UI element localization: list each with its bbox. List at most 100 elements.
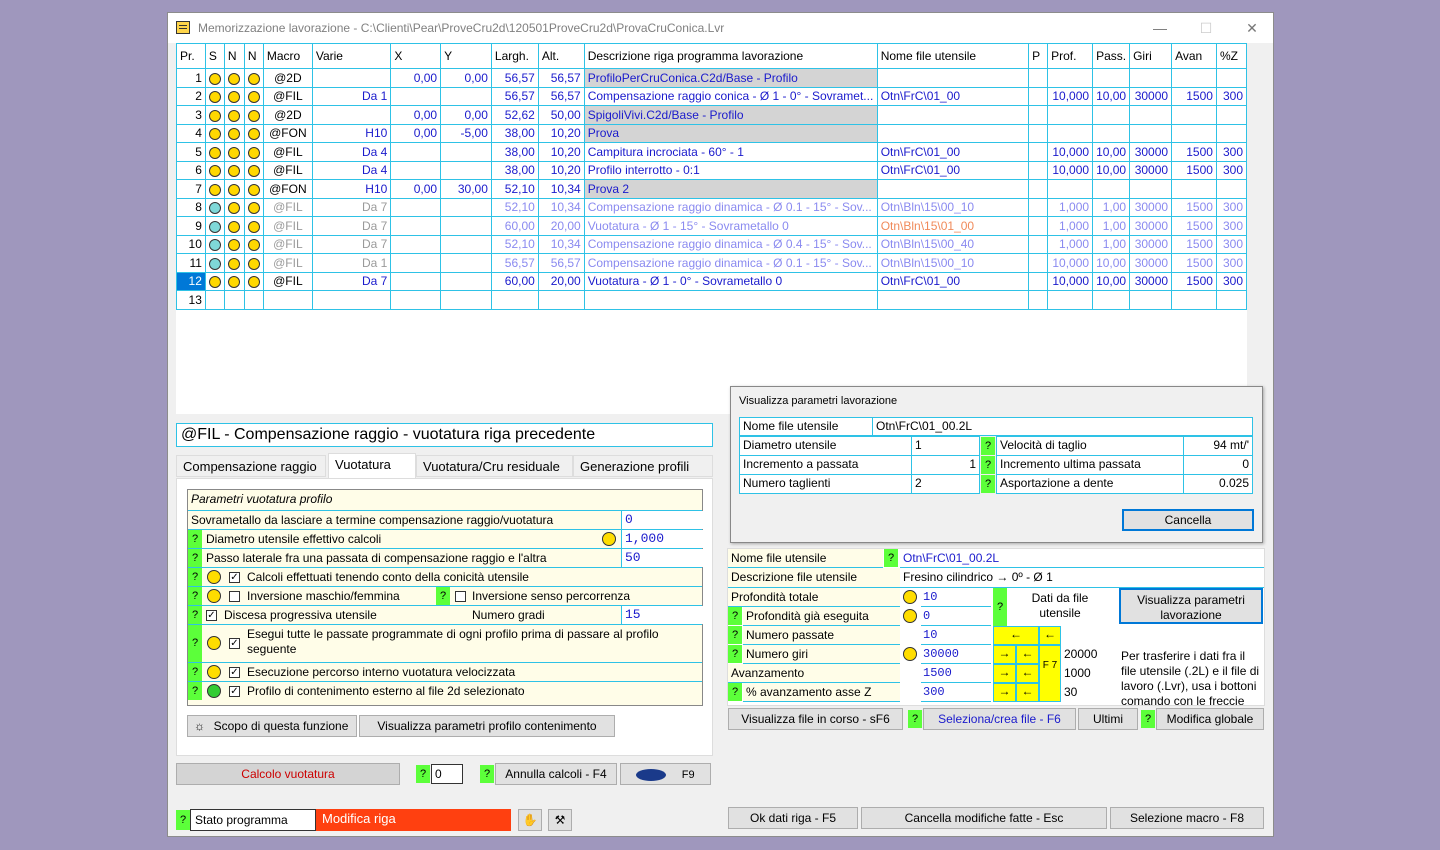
status-icon-cell[interactable] (204, 234, 225, 254)
column-header[interactable]: Alt. (537, 43, 585, 69)
gear-icon[interactable] (228, 239, 241, 252)
gear-icon[interactable] (228, 220, 241, 233)
y-cell[interactable] (440, 290, 492, 310)
row-number[interactable]: 6 (176, 160, 206, 180)
status-icon-cell[interactable] (204, 105, 225, 125)
largh-cell[interactable]: 56,57 (490, 86, 539, 106)
maximize-icon[interactable]: ☐ (1192, 17, 1220, 39)
gear-icon[interactable] (208, 202, 221, 215)
tool-file-cell[interactable] (876, 290, 1030, 310)
status-icon-cell[interactable] (223, 179, 245, 199)
npassate-value[interactable]: 10 (921, 626, 991, 645)
smiley-icon[interactable] (207, 570, 221, 584)
gear-icon[interactable] (247, 239, 260, 252)
minimize-icon[interactable]: — (1146, 17, 1174, 39)
tab-vuotatura[interactable]: Vuotatura (328, 453, 416, 479)
help-icon[interactable]: ? (728, 683, 742, 701)
gear-icon[interactable] (247, 91, 260, 104)
tool-file-cell[interactable]: Otn\FrC\01_00 (876, 271, 1030, 291)
macro-cell[interactable]: @FON (262, 179, 313, 199)
tool-file-cell[interactable] (876, 123, 1030, 143)
macro-cell[interactable]: @FIL (262, 234, 313, 254)
avan-cell[interactable] (1171, 123, 1217, 143)
alt-cell[interactable]: 10,34 (537, 179, 585, 199)
macro-cell[interactable] (262, 290, 313, 310)
gear-icon[interactable] (247, 220, 260, 233)
numero-gradi-input[interactable]: 15 (621, 606, 705, 624)
selezione-macro-button[interactable]: Selezione macro - F8 (1110, 807, 1264, 829)
avan-cell[interactable]: 1500 (1171, 86, 1217, 106)
hand-icon-button[interactable]: ✋ (518, 809, 542, 831)
help-icon[interactable]: ? (188, 530, 202, 548)
inversione-senso-checkbox[interactable] (455, 591, 466, 602)
gear-icon[interactable] (228, 202, 241, 215)
macro-cell[interactable]: @FIL (262, 271, 313, 291)
description-cell[interactable]: Compensazione raggio conica - Ø 1 - 0° -… (583, 86, 878, 106)
p-cell[interactable] (1028, 216, 1049, 236)
smiley-icon[interactable] (207, 665, 221, 679)
prof-cell[interactable]: 10,000 (1047, 86, 1094, 106)
column-header[interactable]: X (390, 43, 442, 69)
tab-compensazione-raggio[interactable]: Compensazione raggio (176, 455, 326, 477)
y-cell[interactable]: 0,00 (440, 68, 492, 88)
row-number[interactable]: 2 (176, 86, 206, 106)
avan-cell[interactable] (1171, 105, 1217, 125)
largh-cell[interactable]: 52,10 (490, 234, 539, 254)
column-header[interactable]: Largh. (490, 43, 539, 69)
help-icon[interactable]: ? (908, 710, 922, 728)
column-header[interactable]: N (243, 43, 264, 69)
gear-icon[interactable] (228, 91, 241, 104)
x-cell[interactable] (390, 216, 442, 236)
giri-cell[interactable] (1129, 179, 1173, 199)
row-number[interactable]: 12 (176, 271, 206, 291)
alt-cell[interactable]: 10,34 (537, 197, 585, 217)
gear-icon[interactable] (208, 257, 221, 270)
description-cell[interactable]: Profilo interrotto - 0:1 (583, 160, 878, 180)
description-cell[interactable]: Vuotatura - Ø 1 - 0° - Sovrametallo 0 (583, 271, 878, 291)
contenimento-checkbox[interactable]: ✓ (229, 686, 240, 697)
p-cell[interactable] (1028, 68, 1049, 88)
avan-cell[interactable] (1171, 68, 1217, 88)
arrow-right-pz[interactable]: → (993, 683, 1016, 702)
arrow-right-avanz[interactable]: → (993, 664, 1016, 683)
z-cell[interactable]: 300 (1215, 86, 1247, 106)
close-icon[interactable]: ✕ (1238, 17, 1266, 39)
z-cell[interactable]: 300 (1215, 253, 1247, 273)
varie-cell[interactable]: Da 7 (311, 197, 392, 217)
giri-cell[interactable] (1129, 68, 1173, 88)
cancella-modifiche-button[interactable]: Cancella modifiche fatte - Esc (861, 807, 1107, 829)
tab-vuotatura-cru-residuale[interactable]: Vuotatura/Cru residuale (416, 455, 573, 477)
gear-icon[interactable] (247, 183, 260, 196)
macro-cell[interactable]: @FIL (262, 197, 313, 217)
status-icon-cell[interactable] (223, 160, 245, 180)
status-icon-cell[interactable] (204, 142, 225, 162)
f7-button[interactable]: F 7 (1039, 645, 1061, 702)
gear-icon[interactable] (208, 146, 221, 159)
table-row[interactable]: 6 @FIL Da 4 38,00 10,20 Profilo interrotto - … (176, 160, 1247, 180)
prof-cell[interactable] (1047, 123, 1094, 143)
scopo-button[interactable]: ☼ Scopo di questa funzione (187, 715, 357, 737)
help-icon[interactable]: ? (176, 810, 190, 830)
seleziona-file-button[interactable]: Seleziona/crea file - F6 (923, 708, 1076, 730)
gear-icon[interactable] (208, 183, 221, 196)
status-icon-cell[interactable] (243, 234, 264, 254)
largh-cell[interactable]: 38,00 (490, 160, 539, 180)
column-header[interactable]: Nome file utensile (876, 43, 1030, 69)
varie-cell[interactable]: H10 (311, 123, 392, 143)
ngiri-value[interactable]: 30000 (921, 645, 991, 664)
tool-file-cell[interactable]: Otn\Bln\15\00_10 (876, 197, 1030, 217)
gear-icon[interactable] (208, 109, 221, 122)
varie-cell[interactable]: Da 7 (311, 271, 392, 291)
gear-icon[interactable] (208, 91, 221, 104)
status-icon-cell[interactable] (243, 68, 264, 88)
giri-cell[interactable]: 30000 (1129, 234, 1173, 254)
help-icon[interactable]: ? (188, 682, 202, 700)
table-row[interactable]: 1 @2D 0,00 0,00 56,57 56,57 ProfiloPerCruConic… (176, 68, 1247, 88)
z-cell[interactable]: 300 (1215, 271, 1247, 291)
prof-cell[interactable]: 10,000 (1047, 142, 1094, 162)
tool-file-cell[interactable]: Otn\Bln\15\00_10 (876, 253, 1030, 273)
x-cell[interactable] (390, 253, 442, 273)
p-cell[interactable] (1028, 179, 1049, 199)
x-cell[interactable]: 0,00 (390, 179, 442, 199)
status-icon-cell[interactable] (204, 68, 225, 88)
